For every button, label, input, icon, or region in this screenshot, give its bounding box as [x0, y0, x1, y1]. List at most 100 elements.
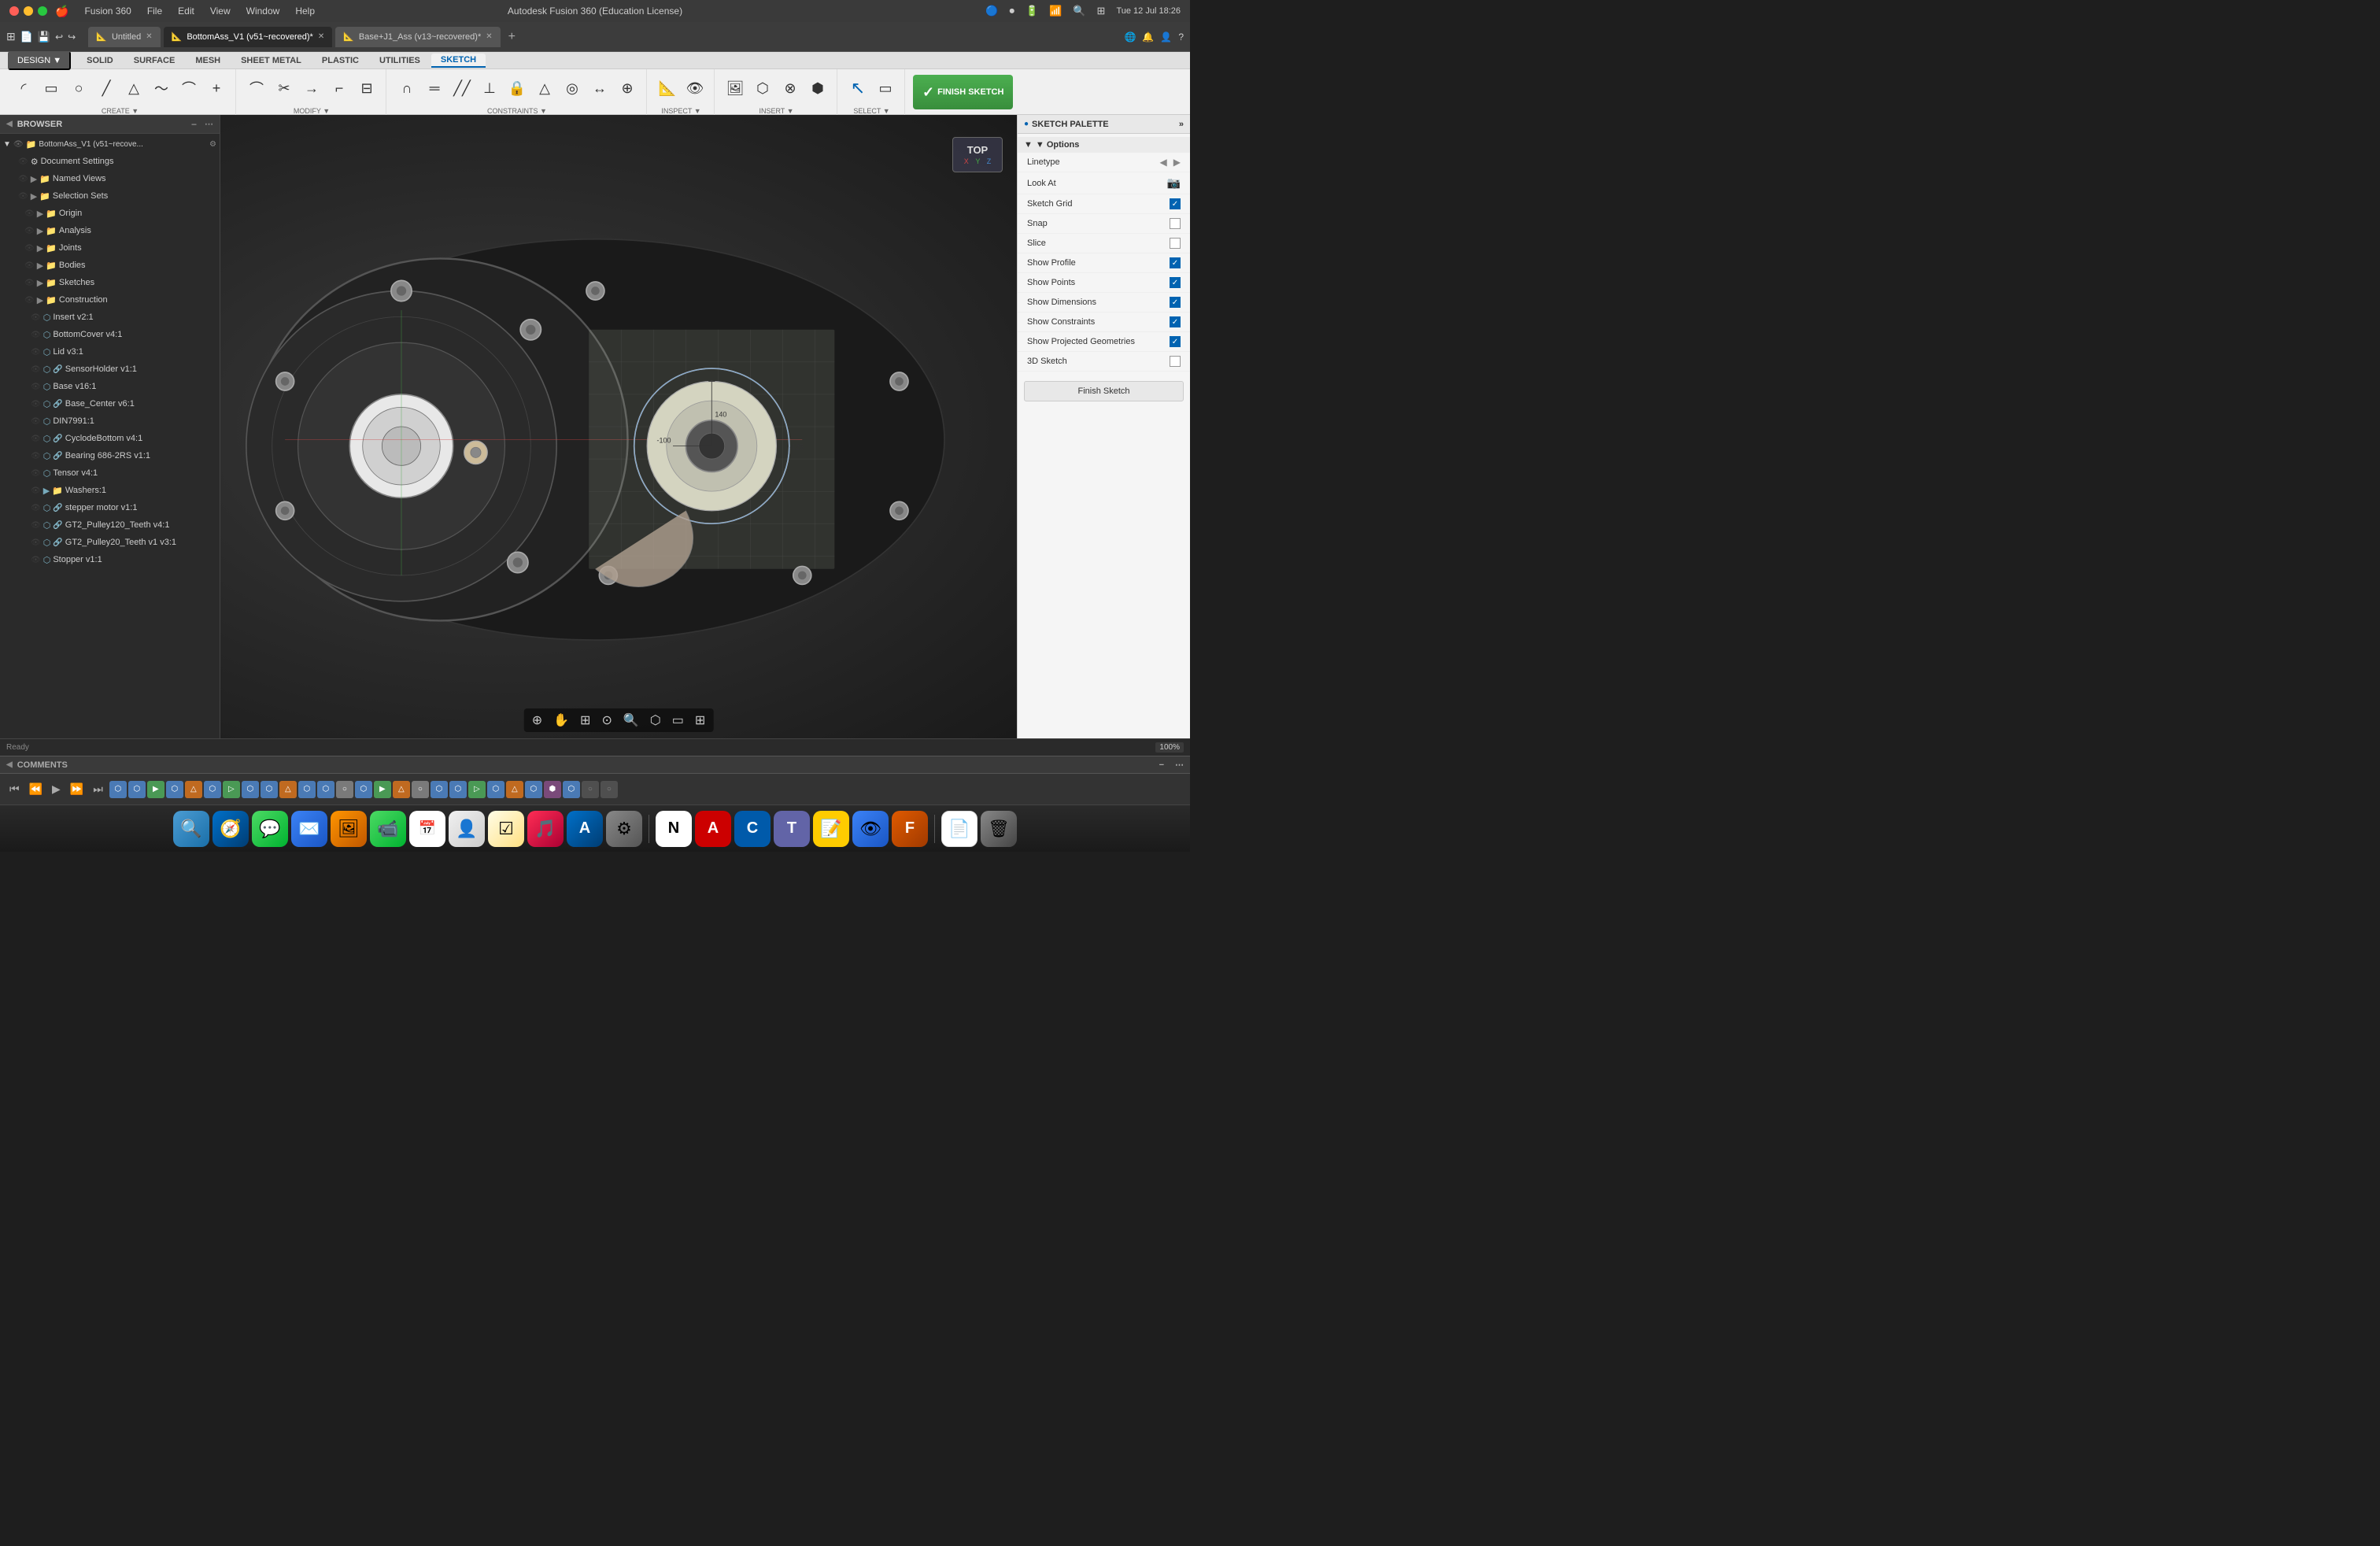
tree-item-docsettings[interactable]: 👁 ⚙ Document Settings [0, 153, 220, 170]
comments-bar[interactable]: ◀ COMMENTS − ⋯ [0, 756, 1190, 773]
timeline-first-btn[interactable]: ⏮ [6, 781, 23, 797]
browser-arrow[interactable]: ◀ [6, 120, 13, 128]
tool-coincident[interactable]: ∩ [394, 72, 419, 104]
tool-fillet[interactable]: ⌒ [244, 72, 269, 104]
tool-sym[interactable]: ↔ [587, 72, 612, 104]
lookat-icon[interactable]: 📷 [1167, 176, 1181, 190]
maximize-button[interactable] [38, 6, 47, 16]
finish-sketch-btn[interactable]: ✓ FINISH SKETCH [913, 75, 1013, 109]
tool-spline[interactable]: 〜 [149, 72, 174, 104]
tool-display[interactable]: 👁 [682, 72, 708, 104]
tree-item-joints[interactable]: 👁 ▶ 📁 Joints [0, 239, 220, 257]
dock-safari[interactable]: 🧭 [213, 811, 249, 847]
tl-op-14[interactable]: ⬡ [355, 781, 372, 798]
tree-item-analysis[interactable]: 👁 ▶ 📁 Analysis [0, 222, 220, 239]
ribbon-tab-utilities[interactable]: UTILITIES [370, 54, 430, 67]
dock-notion[interactable]: N [656, 811, 692, 847]
eye-icon-bottomcover[interactable]: 👁 [31, 331, 41, 339]
snap-btn[interactable]: ⊕ [529, 711, 545, 730]
checkbox-3dsketch[interactable] [1170, 356, 1181, 367]
grid-btn[interactable]: ⊞ [692, 711, 708, 730]
tool-insert-image[interactable]: 🖼 [722, 72, 748, 104]
ribbon-tab-sheetmetal[interactable]: SHEET METAL [231, 54, 311, 67]
pan-btn[interactable]: ⊞ [577, 711, 593, 730]
eye-icon-bearing[interactable]: 👁 [31, 452, 41, 460]
dock-music[interactable]: 🎵 [527, 811, 564, 847]
ribbon-tab-sketch[interactable]: SKETCH [431, 54, 486, 68]
dock-contacts[interactable]: 👤 [449, 811, 485, 847]
redo-icon[interactable]: ↪ [68, 31, 76, 43]
tab-close-untitled[interactable]: ✕ [146, 32, 152, 41]
notification-icon[interactable]: 🔔 [1142, 31, 1154, 43]
tl-op-8[interactable]: ⬡ [242, 781, 259, 798]
grid-icon[interactable]: ⊞ [6, 30, 16, 43]
minimize-button[interactable] [24, 6, 33, 16]
tl-op-19[interactable]: ⬡ [449, 781, 467, 798]
tree-item-bottomcover[interactable]: 👁 ⬡ BottomCover v4:1 [0, 326, 220, 343]
tree-item-namedviews[interactable]: 👁 ▶ 📁 Named Views [0, 170, 220, 187]
tree-item-insert[interactable]: 👁 ⬡ Insert v2:1 [0, 309, 220, 326]
help-icon[interactable]: ? [1178, 31, 1184, 43]
tl-op-15[interactable]: ▶ [374, 781, 391, 798]
dock-mail[interactable]: ✉️ [291, 811, 327, 847]
tree-item-basecenter[interactable]: 👁 ⬡ 🔗 Base_Center v6:1 [0, 395, 220, 412]
dock-reminders[interactable]: ☑ [488, 811, 524, 847]
view-mode-btn[interactable]: ▭ [669, 711, 687, 730]
display-mode-btn[interactable]: ⬡ [647, 711, 664, 730]
eye-icon-insert[interactable]: 👁 [31, 313, 41, 322]
tl-op-2[interactable]: ⬡ [128, 781, 146, 798]
tab-close-base[interactable]: ✕ [486, 32, 492, 41]
eye-icon-din[interactable]: 👁 [31, 417, 41, 426]
tree-item-tensor[interactable]: 👁 ⬡ Tensor v4:1 [0, 464, 220, 482]
tool-select[interactable]: ↖ [845, 72, 870, 104]
tool-break[interactable]: ⌐ [327, 72, 352, 104]
tree-item-bearing[interactable]: 👁 ⬡ 🔗 Bearing 686-2RS v1:1 [0, 447, 220, 464]
tab-untitled[interactable]: 📐 Untitled ✕ [88, 27, 160, 47]
eye-icon-namedviews[interactable]: 👁 [18, 175, 28, 183]
eye-icon-lid[interactable]: 👁 [31, 348, 41, 357]
tl-op-16[interactable]: △ [393, 781, 410, 798]
dock-stickies[interactable]: 📝 [813, 811, 849, 847]
eye-icon-construction[interactable]: 👁 [24, 296, 35, 305]
eye-icon-docsettings[interactable]: 👁 [18, 157, 28, 166]
save-icon[interactable]: 💾 [38, 31, 50, 43]
tree-item-bodies[interactable]: 👁 ▶ 📁 Bodies [0, 257, 220, 274]
tree-item-construction[interactable]: 👁 ▶ 📁 Construction [0, 291, 220, 309]
tool-include3d[interactable]: ⬢ [805, 72, 830, 104]
tool-offset[interactable]: ⊟ [354, 72, 379, 104]
checkbox-showconstraints[interactable]: ✓ [1170, 316, 1181, 327]
tab-add-button[interactable]: + [504, 30, 520, 44]
eye-icon-stopper[interactable]: 👁 [31, 556, 41, 564]
dock-sysprefs[interactable]: ⚙ [606, 811, 642, 847]
tl-op-11[interactable]: ⬡ [298, 781, 316, 798]
tree-item-sensorholder[interactable]: 👁 ⬡ 🔗 SensorHolder v1:1 [0, 361, 220, 378]
hand-btn[interactable]: ✋ [550, 711, 572, 730]
tl-op-17[interactable]: ○ [412, 781, 429, 798]
linetype-prev-icon[interactable]: ◀ [1160, 157, 1167, 168]
tl-op-25[interactable]: ⬡ [563, 781, 580, 798]
ribbon-tab-solid[interactable]: SOLID [77, 54, 123, 67]
tool-perp[interactable]: ⊥ [477, 72, 502, 104]
zoom-fit-btn[interactable]: ⊙ [598, 711, 615, 730]
search-icon[interactable]: 🔍 [1073, 5, 1085, 17]
tree-item-washers[interactable]: 👁 ▶ 📁 Washers:1 [0, 482, 220, 499]
tree-item-stopper[interactable]: 👁 ⬡ Stopper v1:1 [0, 551, 220, 568]
eye-icon-origin[interactable]: 👁 [24, 209, 35, 218]
online-icon[interactable]: 🌐 [1124, 31, 1136, 43]
dock-facetime[interactable]: 📹 [370, 811, 406, 847]
tl-op-4[interactable]: ⬡ [166, 781, 183, 798]
checkbox-snap[interactable] [1170, 218, 1181, 229]
tool-extend[interactable]: → [299, 72, 324, 104]
menu-file[interactable]: File [139, 0, 170, 22]
tree-item-lid[interactable]: 👁 ⬡ Lid v3:1 [0, 343, 220, 361]
new-icon[interactable]: 📄 [20, 31, 33, 43]
tl-op-5[interactable]: △ [185, 781, 202, 798]
linetype-next-icon[interactable]: ▶ [1173, 157, 1181, 168]
gear-icon-root[interactable]: ⚙ [209, 140, 216, 149]
tab-base[interactable]: 📐 Base+J1_Ass (v13~recovered)* ✕ [335, 27, 500, 47]
eye-icon-pulley20[interactable]: 👁 [31, 538, 41, 547]
finish-sketch-palette-btn[interactable]: Finish Sketch [1024, 381, 1184, 401]
dock-trash[interactable]: 🗑 [981, 811, 1017, 847]
comments-collapse[interactable]: − [1159, 760, 1164, 770]
menu-edit[interactable]: Edit [170, 0, 202, 22]
